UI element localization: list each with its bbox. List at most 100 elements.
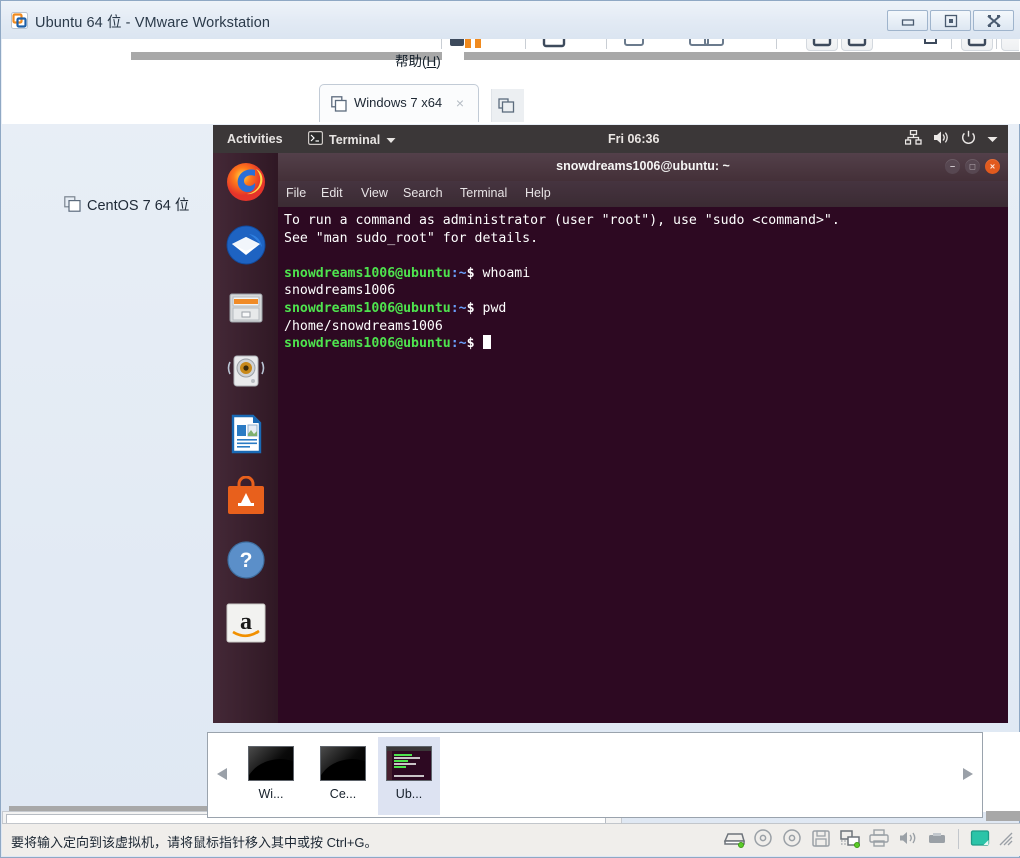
svg-text:?: ? <box>240 549 253 572</box>
terminal-prompt-path: :~ <box>451 266 467 281</box>
terminal-command: whoami <box>475 266 531 281</box>
library-icon <box>967 39 987 52</box>
vm-tab-icon <box>331 96 347 117</box>
menu-item-help[interactable]: Help <box>525 186 551 200</box>
unity-icon <box>847 39 867 52</box>
close-button[interactable] <box>973 10 1014 31</box>
thumbnail-label: Ub... <box>378 787 440 801</box>
menu-item-edit[interactable]: Edit <box>321 186 343 200</box>
scroll-left-arrow-icon[interactable] <box>216 767 228 786</box>
menu-item-help[interactable]: 帮助(H) <box>395 50 441 70</box>
menu-item-view[interactable]: View <box>361 186 388 200</box>
amazon-icon[interactable]: a <box>225 602 267 644</box>
page-title: Ubuntu 64 位 - VMware Workstation <box>35 11 270 32</box>
clock[interactable]: Fri 06:36 <box>608 132 659 146</box>
volume-icon <box>933 130 950 148</box>
unity-launcher: ? a <box>213 153 278 723</box>
stretch-guest-icon[interactable] <box>881 39 903 53</box>
thumbnail-item-windows[interactable]: Wi... <box>240 737 302 815</box>
thunderbird-icon[interactable] <box>225 224 267 266</box>
menu-item-terminal[interactable]: Terminal <box>460 186 507 200</box>
terminal-prompt-symbol: $ <box>467 336 475 351</box>
terminal-icon <box>308 131 323 148</box>
terminal-command: pwd <box>475 301 507 316</box>
vmware-workstation-window: Ubuntu 64 位 - VMware Workstation <box>0 0 1020 858</box>
firefox-icon[interactable] <box>225 161 267 203</box>
power-icon <box>961 130 976 148</box>
thumbnail-label: Wi... <box>240 787 302 801</box>
terminal-window[interactable]: snowdreams1006@ubuntu: ~ − □ × File Edit… <box>278 153 1008 723</box>
minimize-button[interactable] <box>887 10 928 31</box>
vmware-icon <box>11 12 28 29</box>
terminal-cursor <box>483 335 491 349</box>
menu-item-file[interactable]: File <box>286 186 306 200</box>
terminal-prompt-path: :~ <box>451 301 467 316</box>
terminal-prompt-symbol: $ <box>467 301 475 316</box>
window-titlebar: Ubuntu 64 位 - VMware Workstation <box>1 1 1020 39</box>
floppy-icon[interactable] <box>810 828 832 850</box>
terminal-prompt-line: snowdreams1006@ubuntu:~$ pwd <box>284 300 1008 318</box>
toolbar-shadow-right <box>464 52 1020 60</box>
close-icon[interactable]: × <box>985 159 1000 174</box>
activities-button[interactable]: Activities <box>227 132 283 146</box>
ubuntu-software-icon[interactable] <box>225 476 267 518</box>
app-indicator-terminal[interactable]: Terminal <box>308 131 396 148</box>
thumbnail-preview <box>320 746 366 781</box>
tab-secondary[interactable] <box>491 89 524 122</box>
printer-icon[interactable] <box>868 828 890 850</box>
system-tray[interactable] <box>905 130 998 148</box>
status-divider <box>958 829 959 849</box>
thumbnail-item-ubuntu[interactable]: Ub... <box>378 737 440 815</box>
files-icon[interactable] <box>225 287 267 329</box>
app-indicator-label: Terminal <box>329 133 380 147</box>
network-icon <box>905 130 922 148</box>
terminal-prompt-line: snowdreams1006@ubuntu:~$ <box>284 335 1008 353</box>
chevron-down-icon <box>386 133 396 147</box>
terminal-prompt-line: snowdreams1006@ubuntu:~$ whoami <box>284 265 1008 283</box>
terminal-output-line: snowdreams1006 <box>284 282 1008 300</box>
close-icon[interactable]: × <box>452 95 468 111</box>
thumbnail-item-centos[interactable]: Ce... <box>312 737 374 815</box>
rhythmbox-icon[interactable] <box>225 350 267 392</box>
terminal-titlebar: snowdreams1006@ubuntu: ~ − □ × <box>278 153 1008 181</box>
thumbnail-bar-toggle-button[interactable] <box>1001 39 1019 51</box>
status-bar: 要将输入定向到该虚拟机，请将鼠标指针移入其中或按 Ctrl+G。 <box>2 823 1020 856</box>
network-adapter-icon[interactable] <box>839 828 861 850</box>
svg-text:a: a <box>240 609 252 635</box>
terminal-prompt-user: snowdreams1006@ubuntu <box>284 301 451 316</box>
vm-tab-icon <box>498 98 516 119</box>
terminal-menubar: File Edit View Search Terminal Help <box>278 181 1008 207</box>
thumbbar-right-shadow <box>986 811 1020 821</box>
terminal-output-line <box>284 247 1008 265</box>
usb-icon[interactable] <box>926 828 948 850</box>
terminal-prompt-user: snowdreams1006@ubuntu <box>284 266 451 281</box>
terminal-output[interactable]: To run a command as administrator (user … <box>278 207 1008 723</box>
menu-item-search[interactable]: Search <box>403 186 443 200</box>
thumbbar-right-strip <box>983 732 1020 812</box>
hard-disk-icon[interactable] <box>723 828 745 850</box>
thumbnail-preview <box>386 746 432 781</box>
tab-label: Windows 7 x64 <box>354 95 442 110</box>
minimize-icon[interactable]: − <box>945 159 960 174</box>
maximize-button[interactable] <box>930 10 971 31</box>
vm-tab-bar: Windows 7 x64 × <box>2 84 1020 124</box>
workspace-vm-label[interactable]: CentOS 7 64 位 <box>87 194 189 215</box>
maximize-icon[interactable]: □ <box>965 159 980 174</box>
thumbnail-preview <box>248 746 294 781</box>
scroll-right-arrow-icon[interactable] <box>962 767 974 786</box>
cdrom-secondary-icon[interactable] <box>781 828 803 850</box>
vm-guest-screen[interactable]: Activities Terminal Fri 06:36 <box>213 125 1008 723</box>
tab-windows-7-x64[interactable]: Windows 7 x64 × <box>319 84 479 122</box>
cdrom-icon[interactable] <box>752 828 774 850</box>
terminal-output-line: See "man sudo_root" for details. <box>284 230 1008 248</box>
terminal-output-line: To run a command as administrator (user … <box>284 212 1008 230</box>
terminal-prompt-symbol: $ <box>467 266 475 281</box>
gnome-top-bar: Activities Terminal Fri 06:36 <box>213 125 1008 153</box>
resize-grip-icon[interactable] <box>998 831 1014 847</box>
sound-card-icon[interactable] <box>897 828 919 850</box>
terminal-prompt-user: snowdreams1006@ubuntu <box>284 336 451 351</box>
display-icon[interactable] <box>969 828 991 850</box>
autofit-guest-icon[interactable] <box>916 39 938 53</box>
help-icon[interactable]: ? <box>225 539 267 581</box>
libreoffice-writer-icon[interactable] <box>225 413 267 455</box>
